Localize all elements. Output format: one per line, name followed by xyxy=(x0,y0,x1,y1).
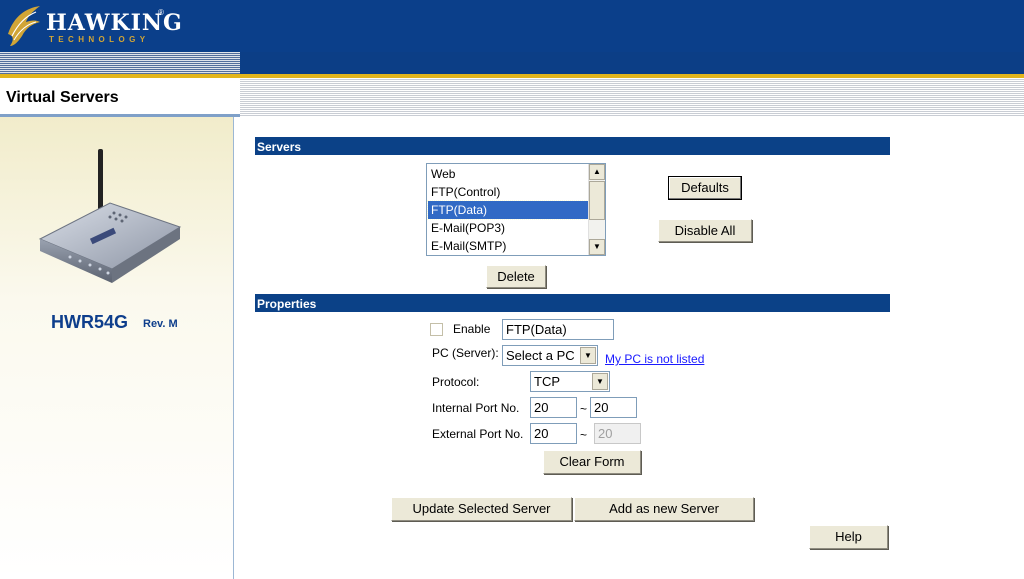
delete-button[interactable]: Delete xyxy=(486,265,546,288)
header-bar: HAWKING ® TECHNOLOGY xyxy=(0,0,1024,52)
listbox-scrollbar[interactable]: ▲ ▼ xyxy=(588,164,605,255)
internal-port-label: Internal Port No. xyxy=(432,401,520,415)
scroll-thumb[interactable] xyxy=(589,181,605,220)
disable-all-button[interactable]: Disable All xyxy=(658,219,752,242)
page-title: Virtual Servers xyxy=(6,89,119,106)
list-item-selected[interactable]: FTP(Data) xyxy=(427,200,589,220)
model-name: HWR54G xyxy=(51,312,129,332)
scroll-up-arrow-icon[interactable]: ▲ xyxy=(589,164,605,180)
hawking-logo: HAWKING ® TECHNOLOGY xyxy=(6,4,182,48)
clear-form-button[interactable]: Clear Form xyxy=(543,450,641,474)
add-new-server-button[interactable]: Add as new Server xyxy=(574,497,754,521)
internal-port-start-input[interactable]: 20 xyxy=(530,397,577,418)
server-listbox[interactable]: Web FTP(Control) FTP(Data) E-Mail(POP3) … xyxy=(426,163,606,256)
pc-select-value: Select a PC xyxy=(506,348,575,363)
chevron-down-icon[interactable]: ▼ xyxy=(580,347,596,364)
port-range-separator: ~ xyxy=(580,402,588,416)
brand-subtitle: TECHNOLOGY xyxy=(49,35,150,44)
defaults-button[interactable]: Defaults xyxy=(668,176,742,200)
my-pc-not-listed-link[interactable]: My PC is not listed xyxy=(605,352,704,366)
model-revision: Rev. M xyxy=(143,318,178,330)
port-range-separator: ~ xyxy=(580,428,588,442)
list-item[interactable]: FTP(Control) xyxy=(428,183,588,201)
list-item[interactable]: E-Mail(SMTP) xyxy=(428,237,588,255)
protocol-select-value: TCP xyxy=(534,374,560,389)
title-stripes xyxy=(240,78,1024,116)
registered-mark: ® xyxy=(158,8,164,17)
header-blue-band xyxy=(240,52,1024,74)
protocol-label: Protocol: xyxy=(432,375,480,389)
sidebar-top-border xyxy=(0,114,240,117)
scroll-down-arrow-icon[interactable]: ▼ xyxy=(589,239,605,255)
external-port-start-input[interactable]: 20 xyxy=(530,423,577,444)
external-port-label: External Port No. xyxy=(432,427,524,441)
enable-label: Enable xyxy=(453,322,491,336)
pc-server-label: PC (Server): xyxy=(432,346,499,360)
protocol-select[interactable]: TCP ▼ xyxy=(530,371,610,392)
servers-section-header: Servers xyxy=(255,137,890,155)
help-button[interactable]: Help xyxy=(809,525,888,549)
server-name-input[interactable]: FTP(Data) xyxy=(502,319,614,340)
hawk-logo-icon xyxy=(8,6,40,46)
properties-section-header: Properties xyxy=(255,294,890,312)
pc-server-select[interactable]: Select a PC ▼ xyxy=(502,345,598,366)
list-item[interactable]: E-Mail(POP3) xyxy=(428,219,588,237)
list-item[interactable]: Web xyxy=(428,165,588,183)
update-selected-server-button[interactable]: Update Selected Server xyxy=(391,497,572,521)
external-port-end-input-disabled: 20 xyxy=(594,423,641,444)
router-image xyxy=(38,149,182,283)
enable-checkbox[interactable] xyxy=(430,323,443,336)
internal-port-end-input[interactable]: 20 xyxy=(590,397,637,418)
chevron-down-icon[interactable]: ▼ xyxy=(592,373,608,390)
